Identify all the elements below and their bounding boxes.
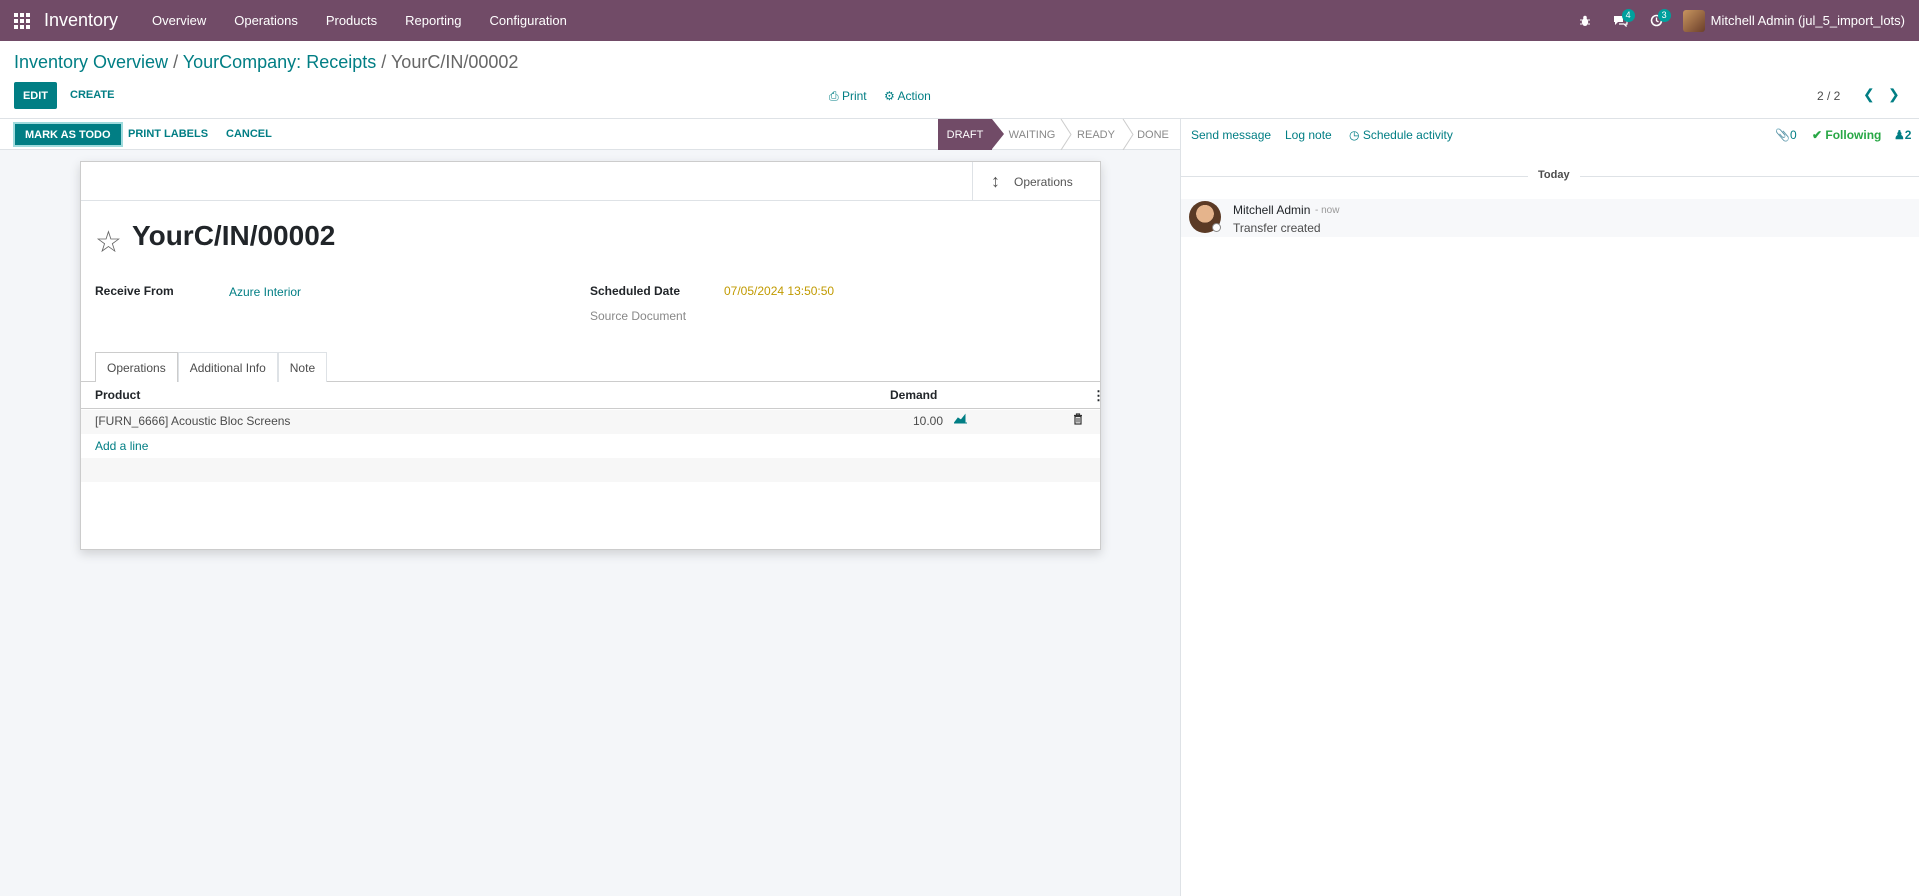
edit-button[interactable]: EDIT	[14, 82, 57, 109]
delete-trash-icon[interactable]	[1073, 413, 1083, 428]
action-button[interactable]: ⚙ Action	[884, 89, 931, 103]
message-time: - now	[1315, 205, 1340, 216]
breadcrumb-current: YourC/IN/00002	[390, 52, 519, 72]
pager-next-icon[interactable]: ❯	[1888, 86, 1900, 103]
clock-icon: ◷	[1349, 128, 1363, 142]
breadcrumb: Inventory Overview / YourCompany: Receip…	[14, 52, 518, 73]
chatter-panel: Send message Log note ◷ Schedule activit…	[1180, 119, 1919, 896]
control-panel: Inventory Overview / YourCompany: Receip…	[0, 41, 1919, 119]
source-document-label: Source Document	[590, 309, 687, 323]
menu-reporting[interactable]: Reporting	[391, 0, 475, 41]
user-name: Mitchell Admin (jul_5_import_lots)	[1710, 13, 1905, 28]
stage-draft-arrow	[992, 119, 1004, 149]
presence-status-icon	[1212, 223, 1221, 232]
followers-button[interactable]: ♟2	[1894, 128, 1911, 142]
messages-icon[interactable]: 4	[1603, 0, 1639, 41]
create-button[interactable]: CREATE	[70, 89, 114, 101]
table-header-divider	[81, 408, 1100, 409]
log-note-button[interactable]: Log note	[1285, 128, 1332, 142]
column-options-icon[interactable]: ⋮	[1092, 388, 1105, 404]
debug-bug-icon[interactable]	[1567, 0, 1603, 41]
menu-overview[interactable]: Overview	[138, 0, 220, 41]
breadcrumb-inventory-overview[interactable]: Inventory Overview	[14, 52, 168, 72]
user-avatar	[1682, 9, 1705, 32]
printer-icon: ⎙	[829, 89, 842, 103]
mark-as-todo-button[interactable]: MARK AS TODO	[13, 122, 123, 147]
messages-badge: 4	[1621, 9, 1635, 22]
stage-waiting: WAITING	[1008, 128, 1056, 141]
column-demand[interactable]: Demand	[890, 388, 937, 402]
add-line-link[interactable]: Add a line	[95, 439, 148, 453]
pager-value[interactable]: 2 / 2	[1817, 89, 1840, 103]
record-title: YourC/IN/00002	[132, 220, 336, 251]
tab-operations[interactable]: Operations	[95, 352, 178, 382]
activities-badge: 3	[1657, 9, 1671, 22]
form-sheet: ↕ Operations ☆ YourC/IN/00002 Receive Fr…	[80, 161, 1105, 550]
gear-icon: ⚙	[884, 89, 898, 103]
line-product[interactable]: [FURN_6666] Acoustic Bloc Screens	[95, 414, 290, 428]
activities-clock-icon[interactable]: 3	[1639, 0, 1675, 41]
date-separator-label: Today	[1528, 169, 1580, 181]
vertical-arrows-icon: ↕	[991, 171, 1000, 191]
print-button[interactable]: ⎙ Print	[829, 89, 867, 104]
pager-previous-icon[interactable]: ❮	[1863, 86, 1875, 103]
attachments-button[interactable]: 📎0	[1775, 128, 1797, 142]
priority-star-icon[interactable]: ☆	[95, 225, 122, 260]
followers-count: 2	[1904, 128, 1912, 142]
app-brand[interactable]: Inventory	[44, 10, 118, 31]
empty-table-row	[81, 458, 1100, 482]
receive-from-label: Receive From	[95, 284, 174, 298]
following-button[interactable]: ✔ Following	[1812, 128, 1881, 142]
stage-done: DONE	[1137, 128, 1169, 141]
message-author[interactable]: Mitchell Admin	[1233, 203, 1310, 217]
cancel-button[interactable]: CANCEL	[226, 128, 272, 140]
form-statusbar: MARK AS TODO PRINT LABELS CANCEL DRAFT W…	[0, 119, 1180, 150]
breadcrumb-separator: /	[381, 52, 387, 72]
receive-from-value[interactable]: Azure Interior	[229, 285, 301, 299]
operations-smart-button[interactable]: ↕ Operations	[972, 162, 1100, 201]
scheduled-date-value[interactable]: 07/05/2024 13:50:50	[724, 284, 834, 298]
schedule-activity-button[interactable]: ◷ Schedule activity	[1349, 128, 1453, 142]
column-product[interactable]: Product	[95, 388, 140, 402]
menu-products[interactable]: Products	[312, 0, 391, 41]
stage-ready: READY	[1077, 128, 1115, 141]
forecast-chart-icon[interactable]	[954, 413, 967, 427]
smart-button-label: Operations	[1014, 174, 1073, 189]
menu-configuration[interactable]: Configuration	[476, 0, 581, 41]
notebook-tabs: Operations Additional Info Note	[95, 352, 328, 382]
print-labels-button[interactable]: PRINT LABELS	[128, 128, 208, 140]
top-navbar: Inventory Overview Operations Products R…	[0, 0, 1919, 41]
line-demand[interactable]: 10.00	[913, 414, 943, 428]
menu-operations[interactable]: Operations	[220, 0, 312, 41]
paperclip-icon: 📎	[1775, 128, 1790, 142]
tab-note[interactable]: Note	[277, 352, 328, 382]
check-icon: ✔	[1812, 128, 1826, 142]
message-body: Transfer created	[1233, 221, 1321, 235]
schedule-activity-label: Schedule activity	[1362, 128, 1453, 142]
breadcrumb-receipts[interactable]: YourCompany: Receipts	[183, 52, 376, 72]
attachments-count: 0	[1789, 128, 1797, 142]
user-menu[interactable]: Mitchell Admin (jul_5_import_lots)	[1675, 9, 1919, 32]
user-icon: ♟	[1894, 128, 1905, 142]
send-message-button[interactable]: Send message	[1191, 128, 1271, 142]
button-box: ↕ Operations	[81, 162, 1100, 201]
following-label: Following	[1825, 128, 1882, 142]
stage-draft: DRAFT	[938, 119, 992, 150]
tab-additional-info[interactable]: Additional Info	[177, 352, 278, 382]
action-label: Action	[897, 89, 931, 103]
scheduled-date-label: Scheduled Date	[590, 284, 681, 298]
print-label: Print	[841, 89, 867, 103]
apps-menu-icon[interactable]	[0, 0, 44, 41]
breadcrumb-separator: /	[173, 52, 179, 72]
